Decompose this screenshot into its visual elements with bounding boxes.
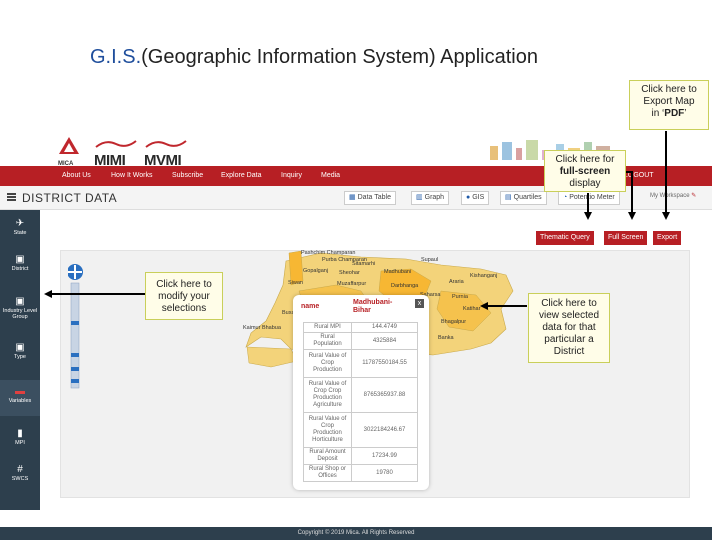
arrow-to-fullscreen-side xyxy=(626,171,636,220)
annotation-arrows xyxy=(44,131,670,310)
